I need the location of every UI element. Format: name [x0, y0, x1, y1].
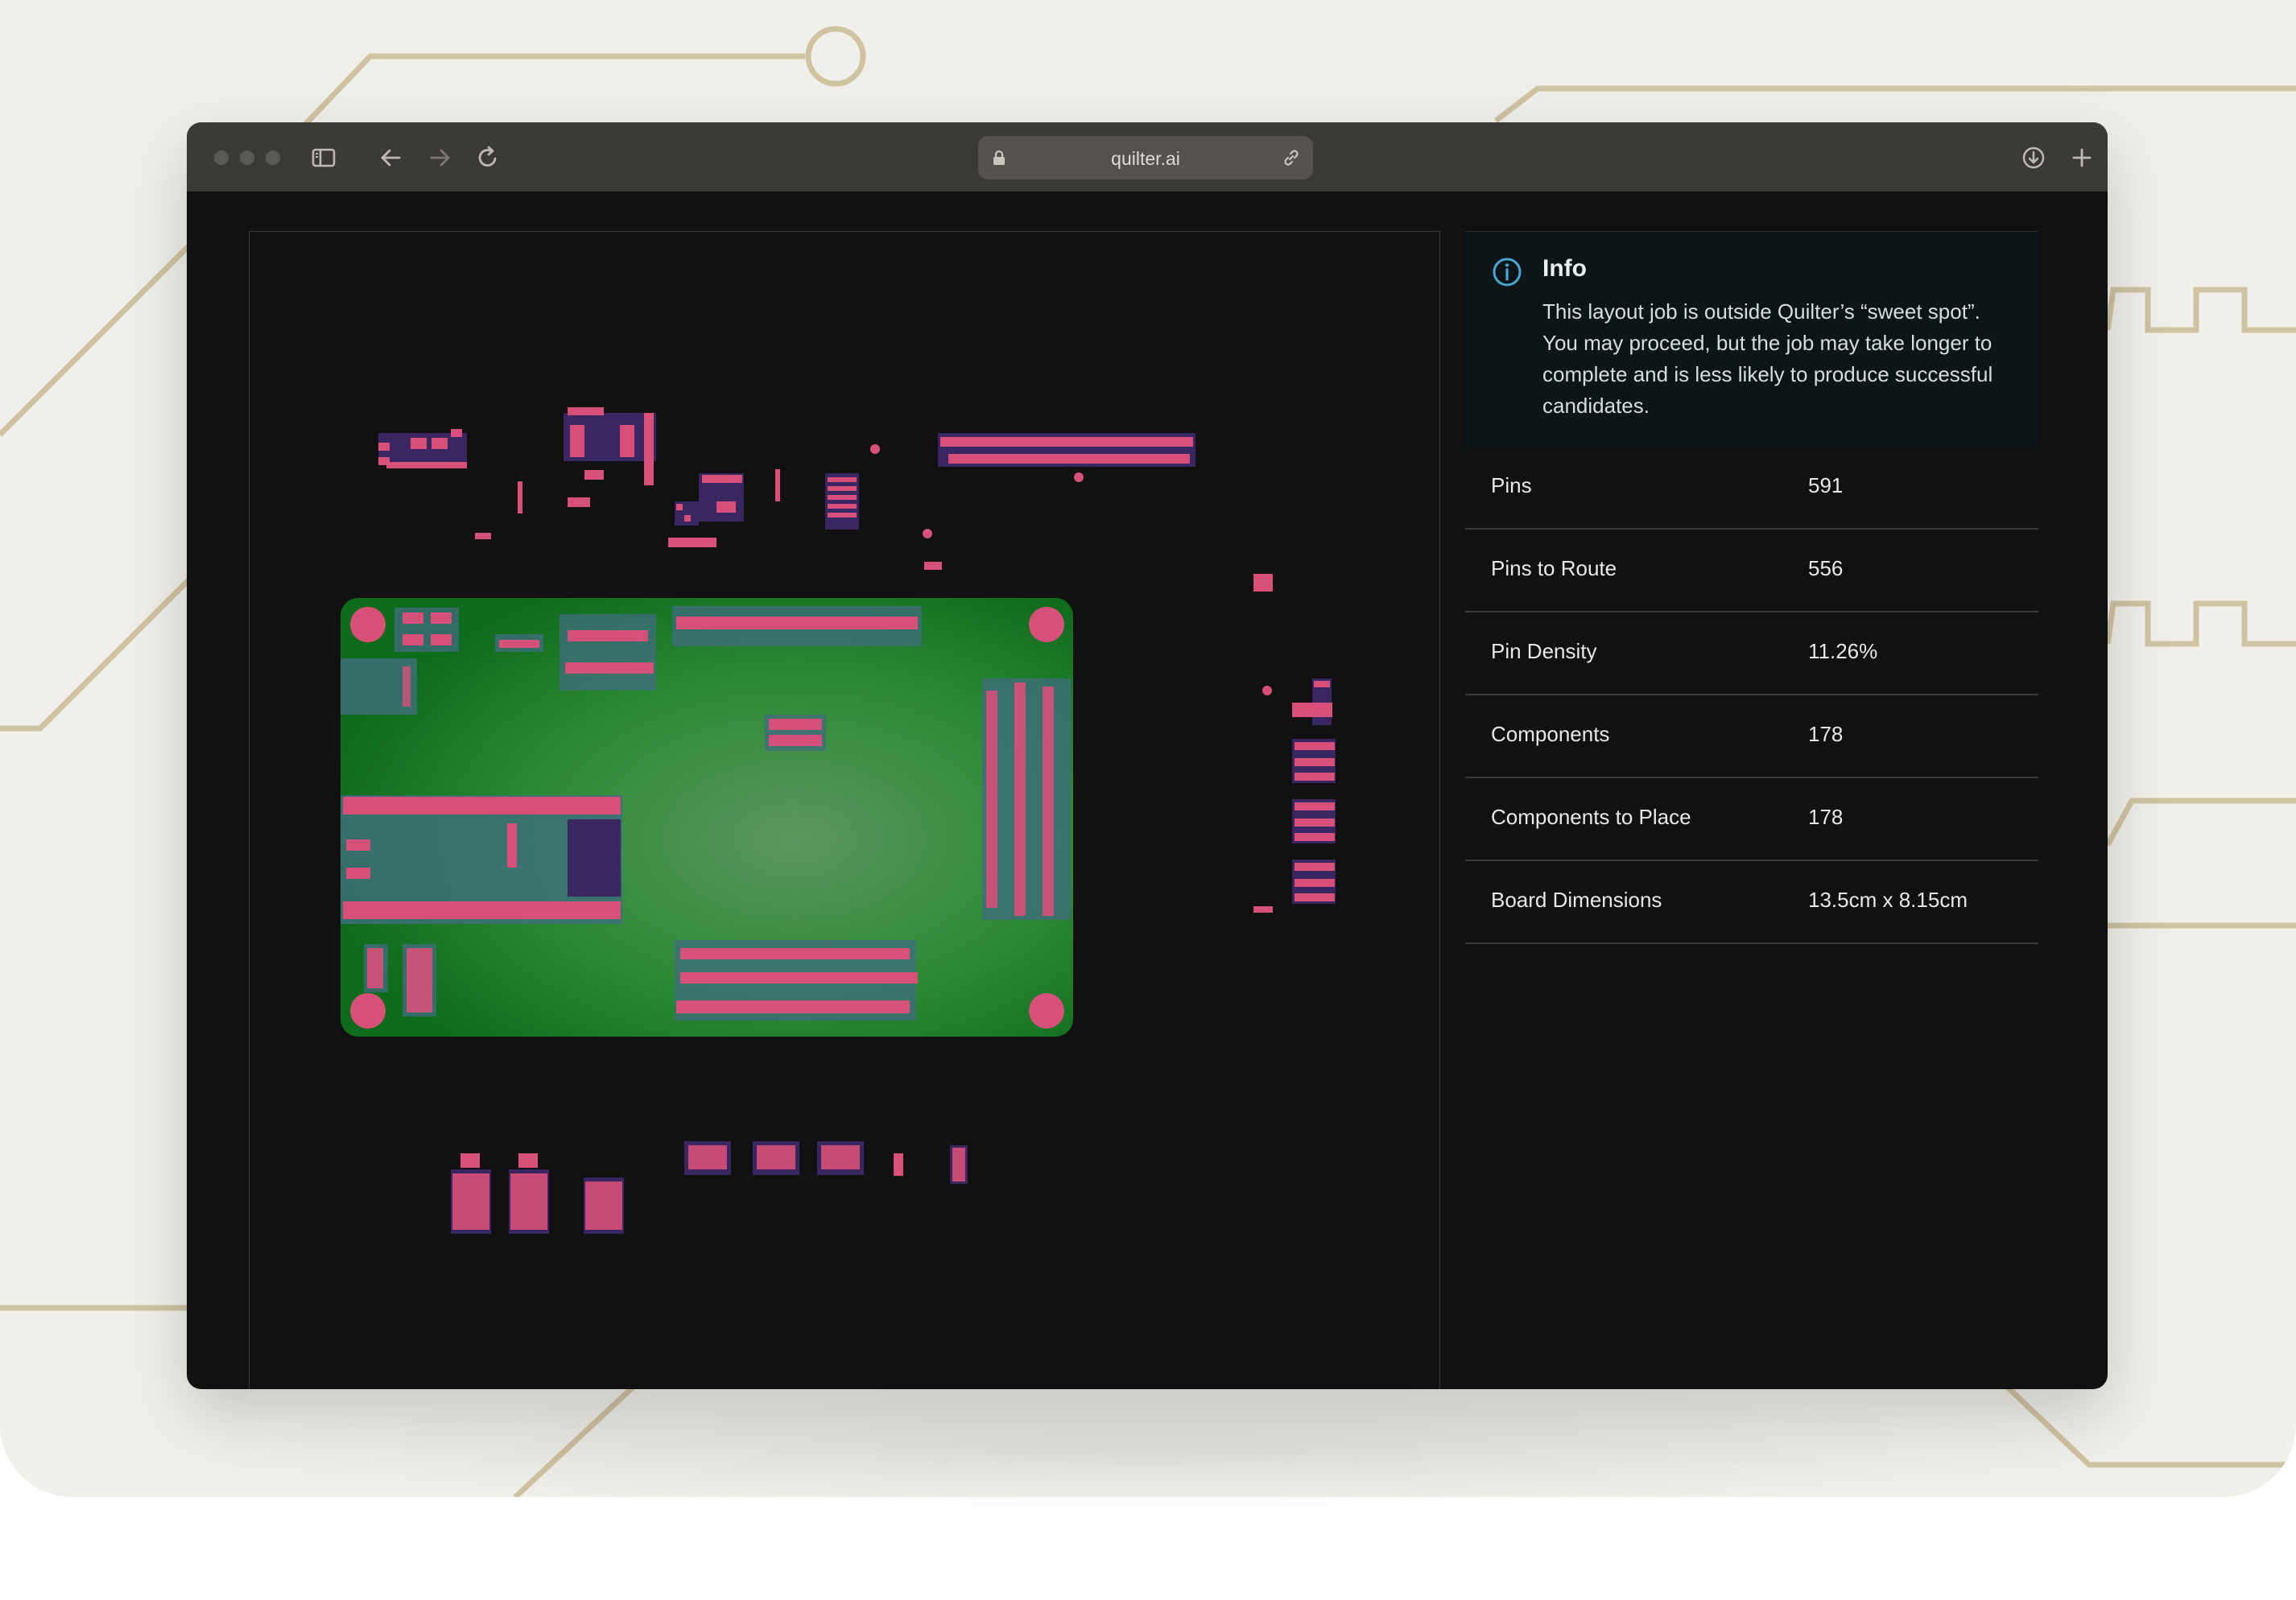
info-message: This layout job is outside Quilter’s “sw…: [1542, 299, 1993, 418]
pcb-board: [341, 598, 1073, 1037]
window-shadow: [161, 1384, 2135, 1513]
property-label: Pin Density: [1491, 639, 1597, 663]
property-row: Components to Place 178: [1465, 778, 2038, 861]
property-label: Pins: [1491, 473, 1532, 497]
info-callout: Info This layout job is outside Quilter’…: [1465, 231, 2038, 447]
property-value: 556: [1808, 556, 1844, 580]
url-text: quilter.ai: [1111, 148, 1180, 169]
property-row: Components 178: [1465, 695, 2038, 778]
property-label: Board Dimensions: [1491, 888, 1662, 912]
minimize-window-button[interactable]: [240, 151, 254, 165]
property-label: Components to Place: [1491, 805, 1691, 829]
property-value: 11.26%: [1808, 639, 1878, 663]
plus-icon[interactable]: [2066, 142, 2098, 174]
link-icon[interactable]: [1281, 147, 1302, 168]
address-bar[interactable]: quilter.ai: [978, 136, 1313, 179]
unplaced-components-bottom: [451, 1141, 968, 1234]
property-row: Pins to Route 556: [1465, 530, 2038, 612]
zoom-window-button[interactable]: [266, 151, 280, 165]
download-icon[interactable]: [2017, 142, 2050, 174]
property-value: 13.5cm x 8.15cm: [1808, 888, 1968, 912]
back-arrow-icon[interactable]: [375, 142, 407, 174]
browser-toolbar: quilter.ai: [187, 122, 2108, 192]
pcb-layout-view: [341, 407, 1336, 1234]
sidebar-icon[interactable]: [308, 142, 340, 174]
info-title: Info: [1542, 255, 1587, 282]
property-value: 591: [1808, 473, 1844, 497]
property-label: Pins to Route: [1491, 556, 1617, 580]
forward-arrow-icon[interactable]: [423, 142, 456, 174]
unplaced-components-right: [1292, 678, 1336, 904]
property-row: Pin Density 11.26%: [1465, 612, 2038, 695]
browser-window: quilter.ai Info This layout job is outsi…: [187, 122, 2108, 1389]
property-value: 178: [1808, 805, 1844, 829]
pcb-layout-canvas[interactable]: [249, 231, 1440, 1389]
job-info-panel: Info This layout job is outside Quilter’…: [1465, 231, 2038, 1389]
property-row: Board Dimensions 13.5cm x 8.15cm: [1465, 861, 2038, 944]
property-row: Pins 591: [1465, 447, 2038, 530]
property-label: Components: [1491, 722, 1610, 746]
reload-icon[interactable]: [472, 142, 504, 174]
properties-table: Pins 591 Pins to Route 556 Pin Density 1…: [1465, 447, 2038, 944]
info-icon: [1491, 256, 1523, 288]
close-window-button[interactable]: [214, 151, 229, 165]
property-value: 178: [1808, 722, 1844, 746]
